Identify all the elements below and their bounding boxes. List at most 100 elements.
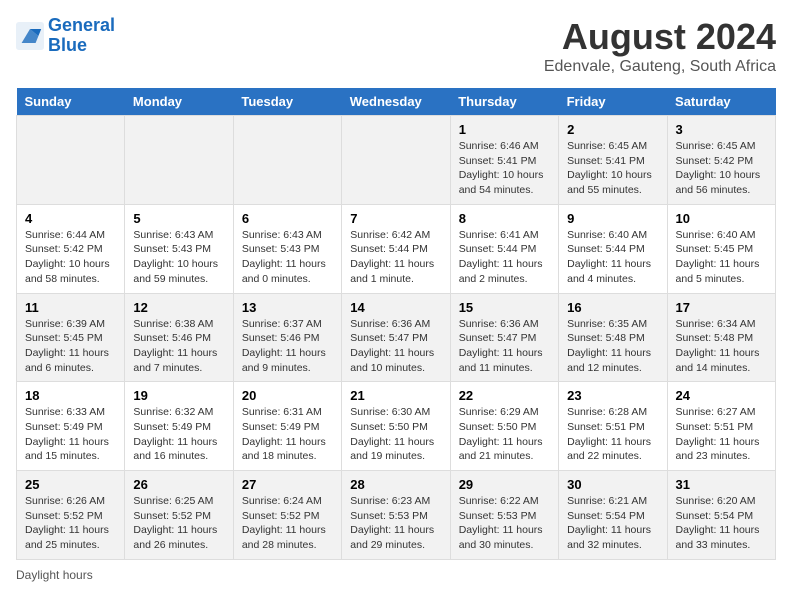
day-number: 26 (133, 477, 224, 492)
logo-text: General Blue (48, 16, 115, 56)
day-number: 12 (133, 300, 224, 315)
calendar-cell (233, 116, 341, 205)
day-info: Sunrise: 6:40 AM Sunset: 5:44 PM Dayligh… (567, 228, 658, 287)
weekday-header: Tuesday (233, 88, 341, 116)
calendar-cell: 10 Sunrise: 6:40 AM Sunset: 5:45 PM Dayli… (667, 204, 775, 293)
calendar-week-row: 18Sunrise: 6:33 AM Sunset: 5:49 PM Dayli… (17, 382, 776, 471)
calendar-cell: 21Sunrise: 6:30 AM Sunset: 5:50 PM Dayli… (342, 382, 450, 471)
day-number: 8 (459, 211, 550, 226)
day-number: 1 (459, 122, 550, 137)
title-area: August 2024 Edenvale, Gauteng, South Afr… (544, 16, 776, 76)
weekday-header: Saturday (667, 88, 775, 116)
day-info: Sunrise: 6:30 AM Sunset: 5:50 PM Dayligh… (350, 405, 441, 464)
calendar-cell: 12 Sunrise: 6:38 AM Sunset: 5:46 PM Dayli… (125, 293, 233, 382)
calendar-cell: 8Sunrise: 6:41 AM Sunset: 5:44 PM Daylig… (450, 204, 558, 293)
calendar-cell: 4Sunrise: 6:44 AM Sunset: 5:42 PM Daylig… (17, 204, 125, 293)
calendar-cell: 25 Sunrise: 6:26 AM Sunset: 5:52 PM Dayli… (17, 471, 125, 560)
calendar-cell: 19 Sunrise: 6:32 AM Sunset: 5:49 PM Dayli… (125, 382, 233, 471)
calendar-cell: 24Sunrise: 6:27 AM Sunset: 5:51 PM Dayli… (667, 382, 775, 471)
day-number: 13 (242, 300, 333, 315)
calendar-cell: 9 Sunrise: 6:40 AM Sunset: 5:44 PM Daylig… (559, 204, 667, 293)
day-number: 25 (25, 477, 116, 492)
day-info: Sunrise: 6:46 AM Sunset: 5:41 PM Dayligh… (459, 139, 550, 198)
day-info: Sunrise: 6:37 AM Sunset: 5:46 PM Dayligh… (242, 317, 333, 376)
day-info: Sunrise: 6:31 AM Sunset: 5:49 PM Dayligh… (242, 405, 333, 464)
calendar-week-row: 25 Sunrise: 6:26 AM Sunset: 5:52 PM Dayli… (17, 471, 776, 560)
calendar-cell: 17 Sunrise: 6:34 AM Sunset: 5:48 PM Dayli… (667, 293, 775, 382)
day-number: 31 (676, 477, 767, 492)
day-info: Sunrise: 6:26 AM Sunset: 5:52 PM Dayligh… (25, 494, 116, 553)
calendar-cell: 3Sunrise: 6:45 AM Sunset: 5:42 PM Daylig… (667, 116, 775, 205)
calendar-cell: 30Sunrise: 6:21 AM Sunset: 5:54 PM Dayli… (559, 471, 667, 560)
calendar-cell: 11Sunrise: 6:39 AM Sunset: 5:45 PM Dayli… (17, 293, 125, 382)
weekday-header: Friday (559, 88, 667, 116)
day-info: Sunrise: 6:38 AM Sunset: 5:46 PM Dayligh… (133, 317, 224, 376)
day-number: 30 (567, 477, 658, 492)
calendar-cell: 14 Sunrise: 6:36 AM Sunset: 5:47 PM Dayli… (342, 293, 450, 382)
day-info: Sunrise: 6:24 AM Sunset: 5:52 PM Dayligh… (242, 494, 333, 553)
day-info: Sunrise: 6:36 AM Sunset: 5:47 PM Dayligh… (350, 317, 441, 376)
weekday-header: Thursday (450, 88, 558, 116)
calendar-cell: 5 Sunrise: 6:43 AM Sunset: 5:43 PM Daylig… (125, 204, 233, 293)
day-number: 9 (567, 211, 658, 226)
day-number: 16 (567, 300, 658, 315)
day-info: Sunrise: 6:43 AM Sunset: 5:43 PM Dayligh… (133, 228, 224, 287)
weekday-header: Sunday (17, 88, 125, 116)
day-info: Sunrise: 6:40 AM Sunset: 5:45 PM Dayligh… (676, 228, 767, 287)
day-number: 5 (133, 211, 224, 226)
weekday-header-row: SundayMondayTuesdayWednesdayThursdayFrid… (17, 88, 776, 116)
day-info: Sunrise: 6:42 AM Sunset: 5:44 PM Dayligh… (350, 228, 441, 287)
weekday-header: Wednesday (342, 88, 450, 116)
day-info: Sunrise: 6:45 AM Sunset: 5:42 PM Dayligh… (676, 139, 767, 198)
day-number: 23 (567, 388, 658, 403)
calendar-week-row: 11Sunrise: 6:39 AM Sunset: 5:45 PM Dayli… (17, 293, 776, 382)
day-info: Sunrise: 6:29 AM Sunset: 5:50 PM Dayligh… (459, 405, 550, 464)
day-info: Sunrise: 6:39 AM Sunset: 5:45 PM Dayligh… (25, 317, 116, 376)
calendar-cell: 23 Sunrise: 6:28 AM Sunset: 5:51 PM Dayli… (559, 382, 667, 471)
day-info: Sunrise: 6:36 AM Sunset: 5:47 PM Dayligh… (459, 317, 550, 376)
day-info: Sunrise: 6:23 AM Sunset: 5:53 PM Dayligh… (350, 494, 441, 553)
day-info: Sunrise: 6:27 AM Sunset: 5:51 PM Dayligh… (676, 405, 767, 464)
day-number: 2 (567, 122, 658, 137)
day-number: 7 (350, 211, 441, 226)
day-info: Sunrise: 6:34 AM Sunset: 5:48 PM Dayligh… (676, 317, 767, 376)
calendar-cell: 1 Sunrise: 6:46 AM Sunset: 5:41 PM Daylig… (450, 116, 558, 205)
day-info: Sunrise: 6:35 AM Sunset: 5:48 PM Dayligh… (567, 317, 658, 376)
day-number: 29 (459, 477, 550, 492)
calendar-cell: 7 Sunrise: 6:42 AM Sunset: 5:44 PM Daylig… (342, 204, 450, 293)
calendar-week-row: 1 Sunrise: 6:46 AM Sunset: 5:41 PM Daylig… (17, 116, 776, 205)
calendar-table: SundayMondayTuesdayWednesdayThursdayFrid… (16, 88, 776, 560)
logo-line1: General (48, 15, 115, 35)
day-number: 17 (676, 300, 767, 315)
logo: General Blue (16, 16, 115, 56)
day-info: Sunrise: 6:45 AM Sunset: 5:41 PM Dayligh… (567, 139, 658, 198)
calendar-cell: 6 Sunrise: 6:43 AM Sunset: 5:43 PM Daylig… (233, 204, 341, 293)
day-number: 27 (242, 477, 333, 492)
day-number: 10 (676, 211, 767, 226)
day-number: 6 (242, 211, 333, 226)
day-info: Sunrise: 6:28 AM Sunset: 5:51 PM Dayligh… (567, 405, 658, 464)
calendar-cell: 26Sunrise: 6:25 AM Sunset: 5:52 PM Dayli… (125, 471, 233, 560)
day-number: 14 (350, 300, 441, 315)
calendar-cell: 16 Sunrise: 6:35 AM Sunset: 5:48 PM Dayli… (559, 293, 667, 382)
calendar-cell: 31 Sunrise: 6:20 AM Sunset: 5:54 PM Dayli… (667, 471, 775, 560)
calendar-cell (342, 116, 450, 205)
main-title: August 2024 (544, 16, 776, 58)
day-number: 19 (133, 388, 224, 403)
logo-line2: Blue (48, 35, 87, 55)
day-info: Sunrise: 6:32 AM Sunset: 5:49 PM Dayligh… (133, 405, 224, 464)
calendar-cell: 29Sunrise: 6:22 AM Sunset: 5:53 PM Dayli… (450, 471, 558, 560)
day-info: Sunrise: 6:43 AM Sunset: 5:43 PM Dayligh… (242, 228, 333, 287)
calendar-cell: 15Sunrise: 6:36 AM Sunset: 5:47 PM Dayli… (450, 293, 558, 382)
calendar-cell: 18Sunrise: 6:33 AM Sunset: 5:49 PM Dayli… (17, 382, 125, 471)
day-number: 28 (350, 477, 441, 492)
calendar-cell: 27 Sunrise: 6:24 AM Sunset: 5:52 PM Dayli… (233, 471, 341, 560)
calendar-cell: 2 Sunrise: 6:45 AM Sunset: 5:41 PM Daylig… (559, 116, 667, 205)
logo-icon (16, 22, 44, 50)
calendar-week-row: 4Sunrise: 6:44 AM Sunset: 5:42 PM Daylig… (17, 204, 776, 293)
day-number: 22 (459, 388, 550, 403)
calendar-cell: 28 Sunrise: 6:23 AM Sunset: 5:53 PM Dayli… (342, 471, 450, 560)
header: General Blue August 2024 Edenvale, Gaute… (16, 16, 776, 76)
calendar-cell: 13 Sunrise: 6:37 AM Sunset: 5:46 PM Dayli… (233, 293, 341, 382)
day-info: Sunrise: 6:20 AM Sunset: 5:54 PM Dayligh… (676, 494, 767, 553)
